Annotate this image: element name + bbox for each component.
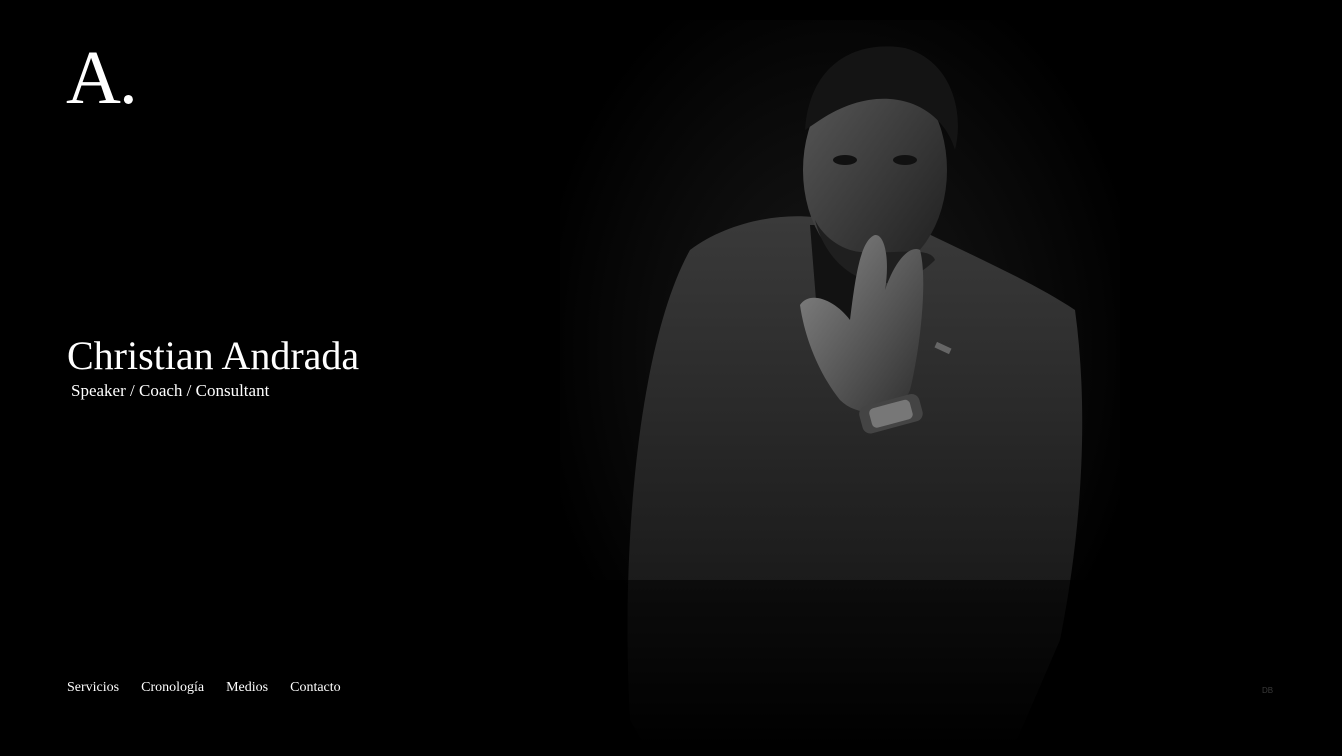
nav-item-contacto[interactable]: Contacto	[290, 680, 341, 697]
hero-title: Christian Andrada	[67, 333, 360, 378]
hero-portrait	[560, 20, 1120, 756]
nav-item-servicios[interactable]: Servicios	[67, 680, 119, 697]
hero-subtitle: Speaker / Coach / Consultant	[71, 381, 270, 400]
designer-credit-link[interactable]: DB	[1262, 686, 1273, 695]
nav-item-medios[interactable]: Medios	[226, 680, 268, 697]
main-nav: Servicios Cronología Medios Contacto	[67, 680, 341, 697]
nav-item-cronologia[interactable]: Cronología	[141, 680, 204, 697]
logo[interactable]: A.	[66, 40, 138, 116]
